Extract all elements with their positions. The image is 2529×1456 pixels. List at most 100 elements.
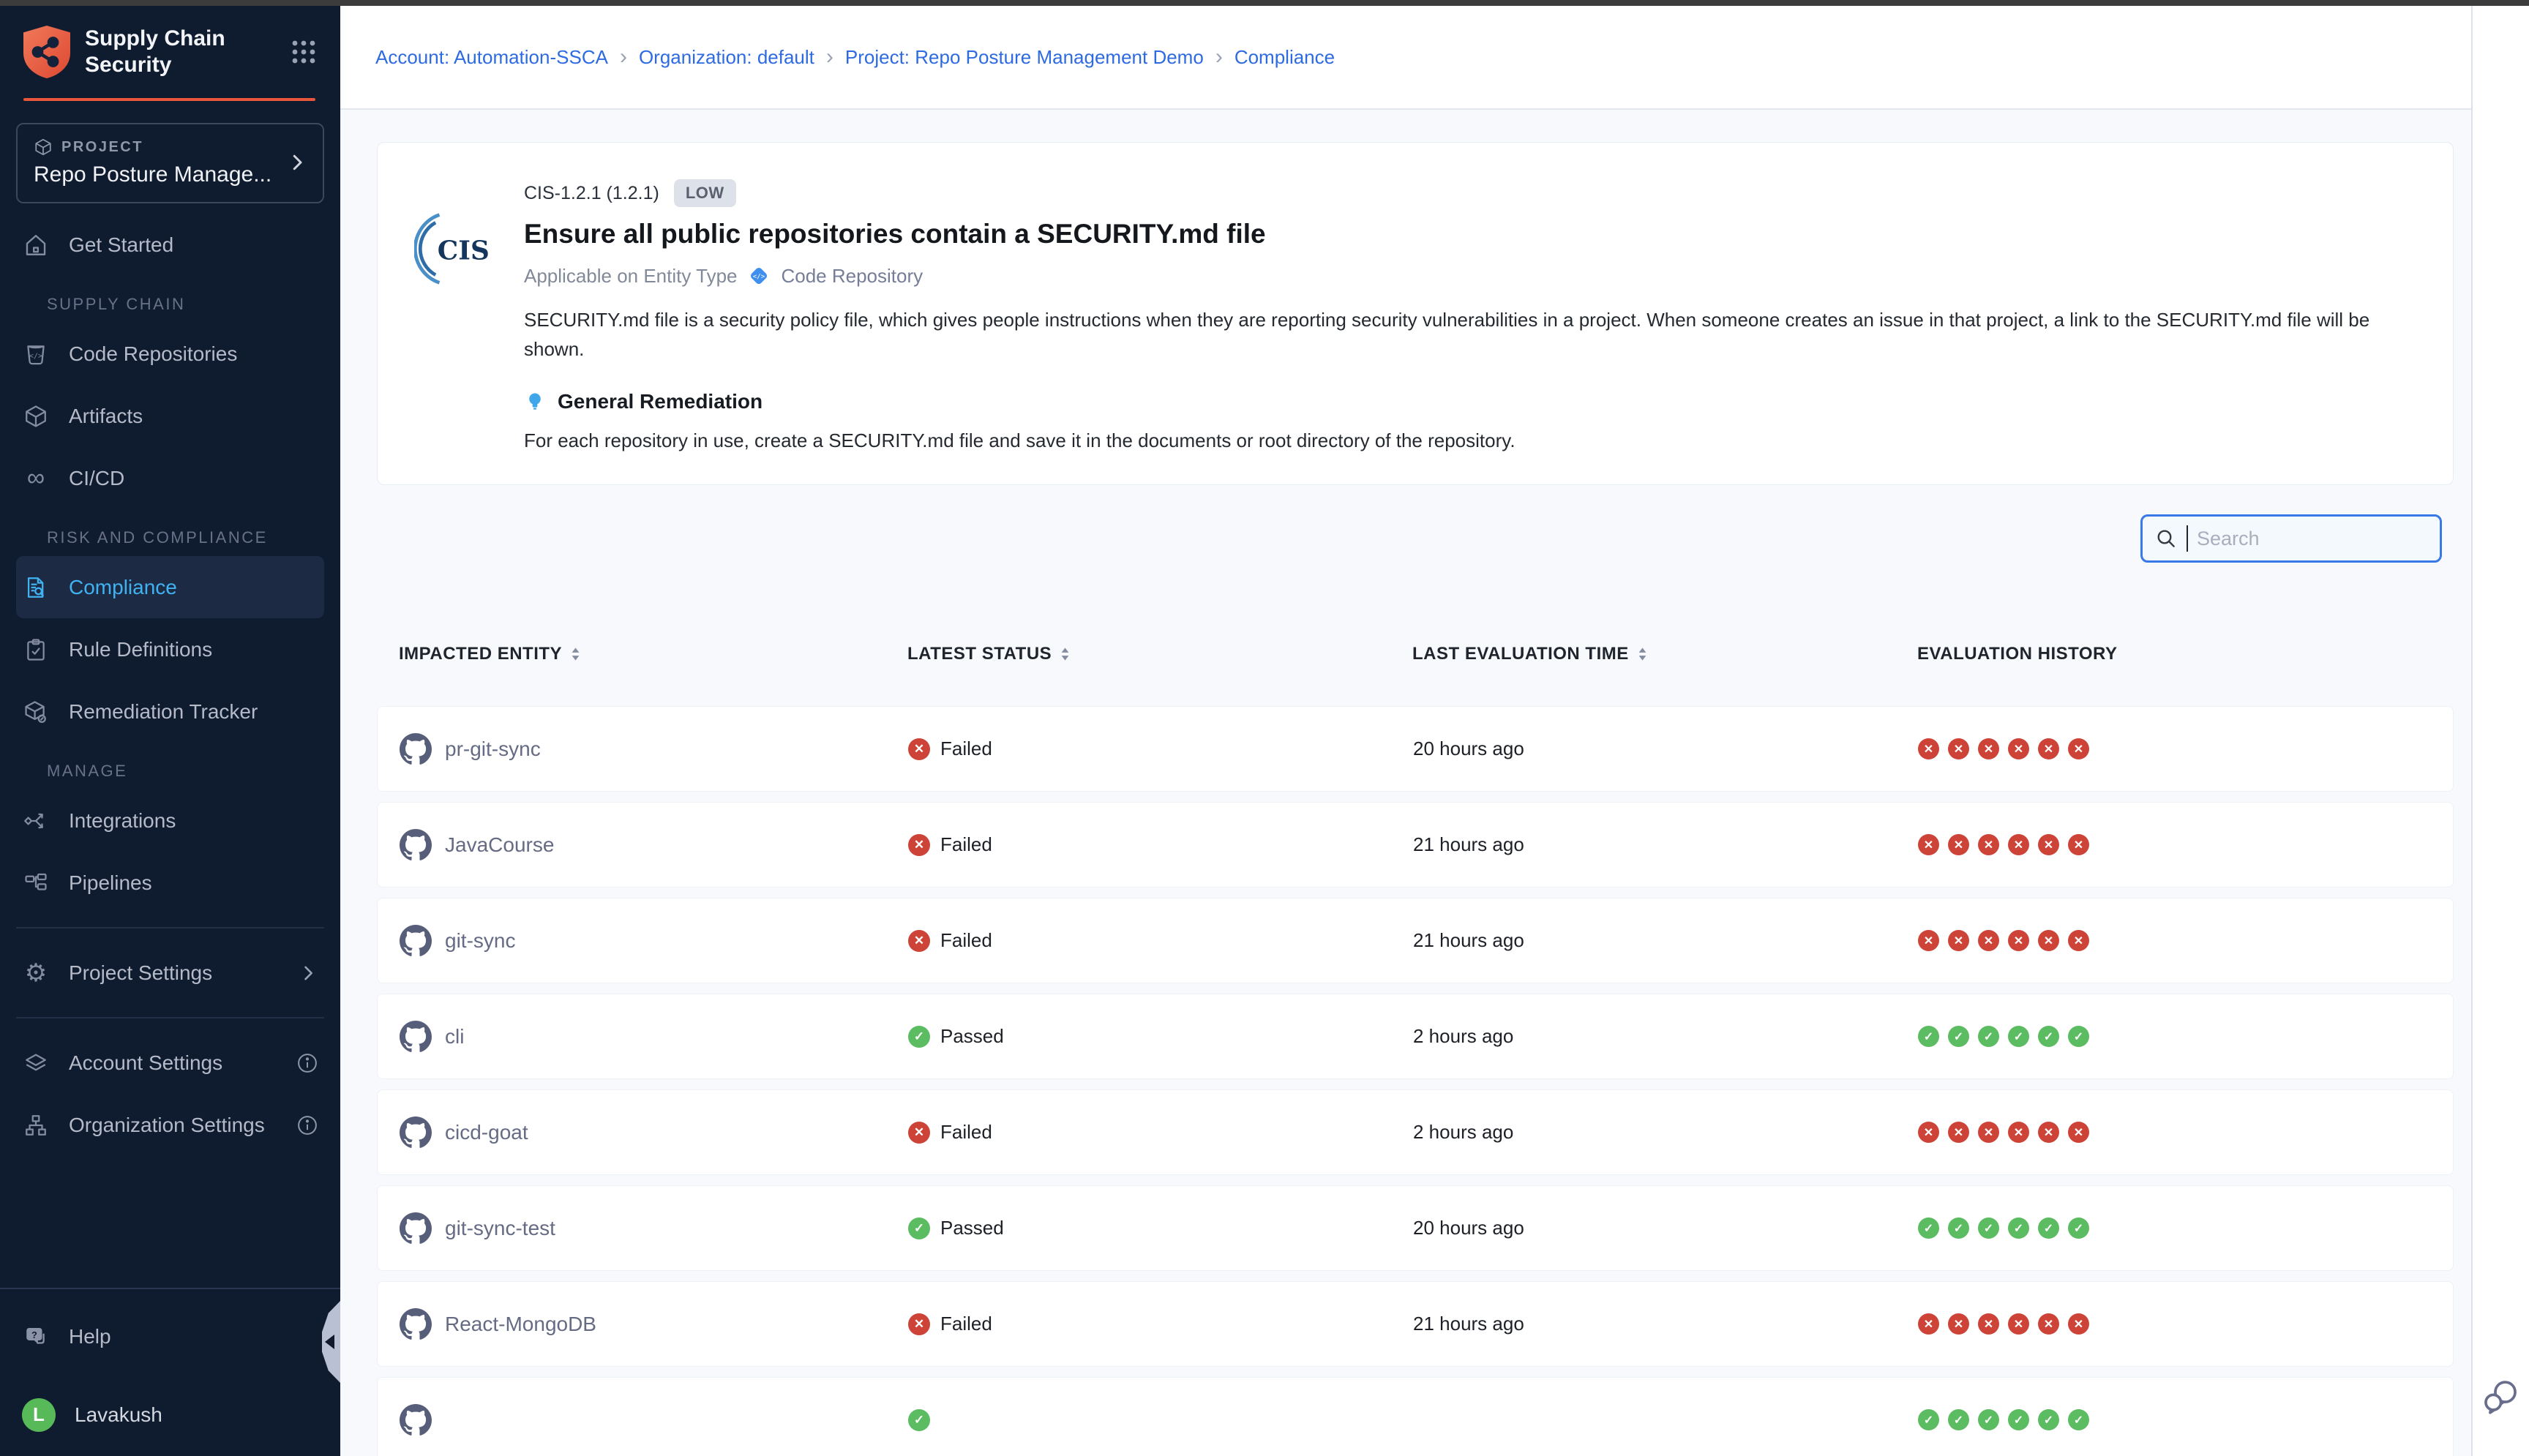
passed-icon: ✓ — [1918, 1026, 1939, 1047]
clipboard-check-icon — [22, 637, 50, 662]
rule-body: CIS-1.2.1 (1.2.1) LOW Ensure all public … — [524, 179, 2412, 452]
sidebar-item-integrations[interactable]: Integrations — [0, 789, 340, 852]
sidebar-section-risk: RISK AND COMPLIANCE — [0, 509, 340, 556]
github-icon — [400, 829, 432, 861]
passed-icon: ✓ — [2038, 1217, 2059, 1239]
failed-icon: ✕ — [2008, 1122, 2029, 1143]
sidebar-item-label: Compliance — [69, 576, 177, 599]
entity-name[interactable]: git-sync-test — [445, 1217, 555, 1240]
evaluation-history: ✕✕✕✕✕✕ — [1918, 1122, 2453, 1143]
app-switcher-grid-icon[interactable] — [289, 37, 318, 67]
sidebar-item-cicd[interactable]: ∞ CI/CD — [0, 447, 340, 509]
table-row[interactable]: git-sync-test ✓ Passed 20 hours ago ✓✓✓✓… — [377, 1185, 2454, 1271]
sidebar-item-label: Organization Settings — [69, 1114, 265, 1137]
breadcrumb-compliance-link[interactable]: Compliance — [1234, 46, 1335, 69]
github-icon — [400, 1308, 432, 1340]
entity-name[interactable]: JavaCourse — [445, 833, 554, 857]
sidebar-item-compliance[interactable]: Compliance — [16, 556, 324, 618]
entity-cell: pr-git-sync — [400, 733, 908, 765]
table-row[interactable]: ✓ ✓✓✓✓✓✓ — [377, 1377, 2454, 1456]
breadcrumb-separator-icon: › — [1204, 45, 1234, 70]
chevron-right-icon — [298, 963, 318, 983]
sidebar-header: Supply Chain Security — [0, 6, 340, 98]
chat-bubbles-icon[interactable] — [2481, 1377, 2519, 1415]
sidebar-item-get-started[interactable]: Get Started — [0, 214, 340, 276]
breadcrumb-organization-link[interactable]: Organization: default — [639, 46, 814, 69]
breadcrumb-account-link[interactable]: Account: Automation-SSCA — [375, 46, 608, 69]
sidebar-item-organization-settings[interactable]: Organization Settings — [0, 1094, 340, 1156]
sidebar-item-project-settings[interactable]: ⚙ Project Settings — [0, 942, 340, 1004]
applicable-label: Applicable on Entity Type — [524, 265, 737, 288]
column-header-impacted-entity[interactable]: IMPACTED ENTITY — [399, 644, 907, 664]
main-area: Account: Automation-SSCA › Organization:… — [340, 6, 2471, 1456]
entity-type[interactable]: Code Repository — [781, 265, 923, 288]
passed-icon: ✓ — [2068, 1217, 2089, 1239]
entity-cell — [400, 1404, 908, 1436]
status-icon: ✓ — [908, 1409, 930, 1431]
failed-icon: ✕ — [1918, 834, 1939, 855]
status-label: Failed — [940, 1313, 992, 1335]
table-row[interactable]: git-sync ✕ Failed 21 hours ago ✕✕✕✕✕✕ — [377, 898, 2454, 983]
sidebar-item-help[interactable]: ? Help — [0, 1305, 340, 1367]
entity-name[interactable]: git-sync — [445, 929, 515, 953]
sort-icon — [1060, 647, 1070, 661]
failed-icon: ✕ — [2068, 1122, 2089, 1143]
table-row[interactable]: JavaCourse ✕ Failed 21 hours ago ✕✕✕✕✕✕ — [377, 802, 2454, 888]
info-icon[interactable] — [296, 1052, 318, 1074]
evaluation-history: ✓✓✓✓✓✓ — [1918, 1217, 2453, 1239]
entity-name[interactable]: React-MongoDB — [445, 1313, 596, 1336]
infinity-icon: ∞ — [22, 464, 50, 492]
user-profile[interactable]: L Lavakush — [0, 1384, 340, 1446]
status-cell: ✓ Passed — [908, 1217, 1413, 1239]
sidebar-item-remediation-tracker[interactable]: Remediation Tracker — [0, 680, 340, 743]
passed-icon: ✓ — [1918, 1409, 1939, 1430]
table-row[interactable]: React-MongoDB ✕ Failed 21 hours ago ✕✕✕✕… — [377, 1281, 2454, 1367]
sidebar-item-account-settings[interactable]: Account Settings — [0, 1032, 340, 1094]
sidebar-item-label: Rule Definitions — [69, 638, 212, 661]
help-chat-icon: ? — [22, 1324, 50, 1349]
sidebar-item-code-repositories[interactable]: </> Code Repositories — [0, 323, 340, 385]
sidebar-item-label: CI/CD — [69, 467, 124, 490]
svg-text:CIS: CIS — [438, 236, 490, 266]
bulb-icon — [524, 391, 546, 413]
status-icon: ✓ — [908, 1026, 930, 1048]
table-row[interactable]: cicd-goat ✕ Failed 2 hours ago ✕✕✕✕✕✕ — [377, 1089, 2454, 1175]
rule-title: Ensure all public repositories contain a… — [524, 219, 2412, 249]
status-icon: ✕ — [908, 738, 930, 760]
code-repository-icon: </> — [22, 342, 50, 367]
sidebar-nav: Get Started SUPPLY CHAIN </> Code Reposi… — [0, 203, 340, 1288]
table-row[interactable]: cli ✓ Passed 2 hours ago ✓✓✓✓✓✓ — [377, 994, 2454, 1079]
page-content: CIS CIS-1.2.1 (1.2.1) LOW Ensure all pub… — [340, 110, 2471, 1456]
sort-icon — [1638, 647, 1647, 661]
home-icon — [22, 233, 50, 258]
layers-gear-icon — [22, 1051, 50, 1076]
column-header-latest-status[interactable]: LATEST STATUS — [907, 644, 1412, 664]
rule-detail-card: CIS CIS-1.2.1 (1.2.1) LOW Ensure all pub… — [377, 142, 2454, 485]
entity-name[interactable]: cicd-goat — [445, 1121, 528, 1144]
evaluation-history: ✓✓✓✓✓✓ — [1918, 1409, 2453, 1430]
passed-icon: ✓ — [1948, 1217, 1969, 1239]
entity-name[interactable]: cli — [445, 1025, 464, 1048]
sidebar-item-pipelines[interactable]: Pipelines — [0, 852, 340, 914]
evaluation-history: ✕✕✕✕✕✕ — [1918, 834, 2453, 855]
status-cell: ✕ Failed — [908, 929, 1413, 952]
sidebar-item-rule-definitions[interactable]: Rule Definitions — [0, 618, 340, 680]
search-input[interactable] — [2197, 528, 2409, 550]
info-icon[interactable] — [296, 1114, 318, 1136]
column-header-last-evaluation-time[interactable]: LAST EVALUATION TIME — [1412, 644, 1917, 664]
status-icon: ✕ — [908, 1313, 930, 1335]
sidebar-section-manage: MANAGE — [0, 743, 340, 789]
pipelines-icon — [22, 871, 50, 896]
passed-icon: ✓ — [1948, 1409, 1969, 1430]
breadcrumb-project-link[interactable]: Project: Repo Posture Management Demo — [845, 46, 1204, 69]
chevron-right-icon — [286, 151, 308, 173]
table-row[interactable]: pr-git-sync ✕ Failed 20 hours ago ✕✕✕✕✕✕ — [377, 706, 2454, 792]
sidebar-item-artifacts[interactable]: Artifacts — [0, 385, 340, 447]
rule-code: CIS-1.2.1 (1.2.1) — [524, 183, 659, 204]
project-selector[interactable]: PROJECT Repo Posture Manage... — [16, 123, 324, 203]
entity-name[interactable]: pr-git-sync — [445, 738, 541, 761]
status-label: Failed — [940, 833, 992, 856]
failed-icon: ✕ — [2008, 1313, 2029, 1335]
compliance-document-icon — [22, 575, 50, 600]
sidebar-item-label: Help — [69, 1325, 111, 1348]
